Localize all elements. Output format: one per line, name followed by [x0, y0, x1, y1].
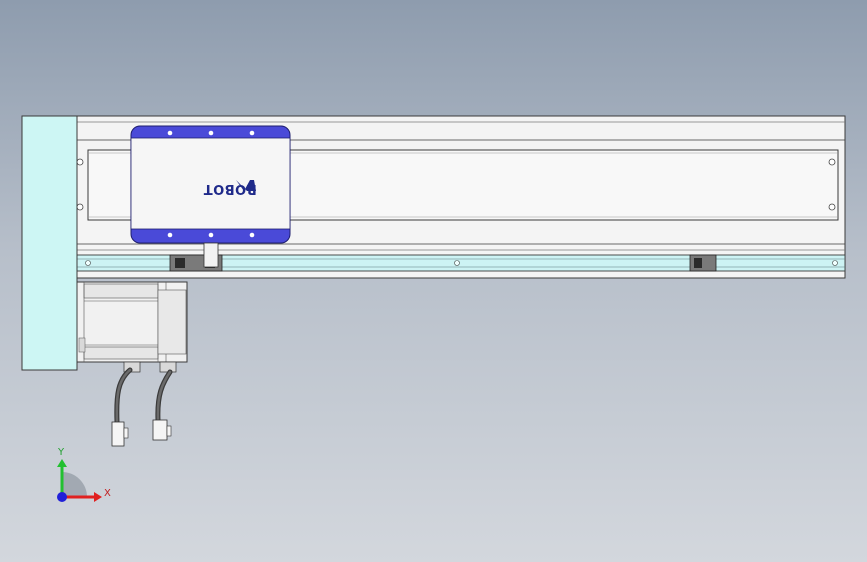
y-axis-label: Y [57, 447, 65, 458]
motor-cables [111, 367, 173, 447]
servo-motor [76, 281, 188, 373]
power-plug [152, 419, 168, 441]
linear-actuator-drawing: ROBOT X Y [21, 115, 846, 502]
cad-viewport[interactable]: ROBOT X Y [0, 0, 867, 562]
end-cap [21, 115, 78, 371]
axis-triad: X Y [57, 447, 111, 502]
brand-logo: ROBOT [203, 180, 257, 196]
linear-rail [76, 254, 846, 272]
encoder-plug [111, 421, 125, 447]
x-axis-label: X [104, 488, 111, 499]
